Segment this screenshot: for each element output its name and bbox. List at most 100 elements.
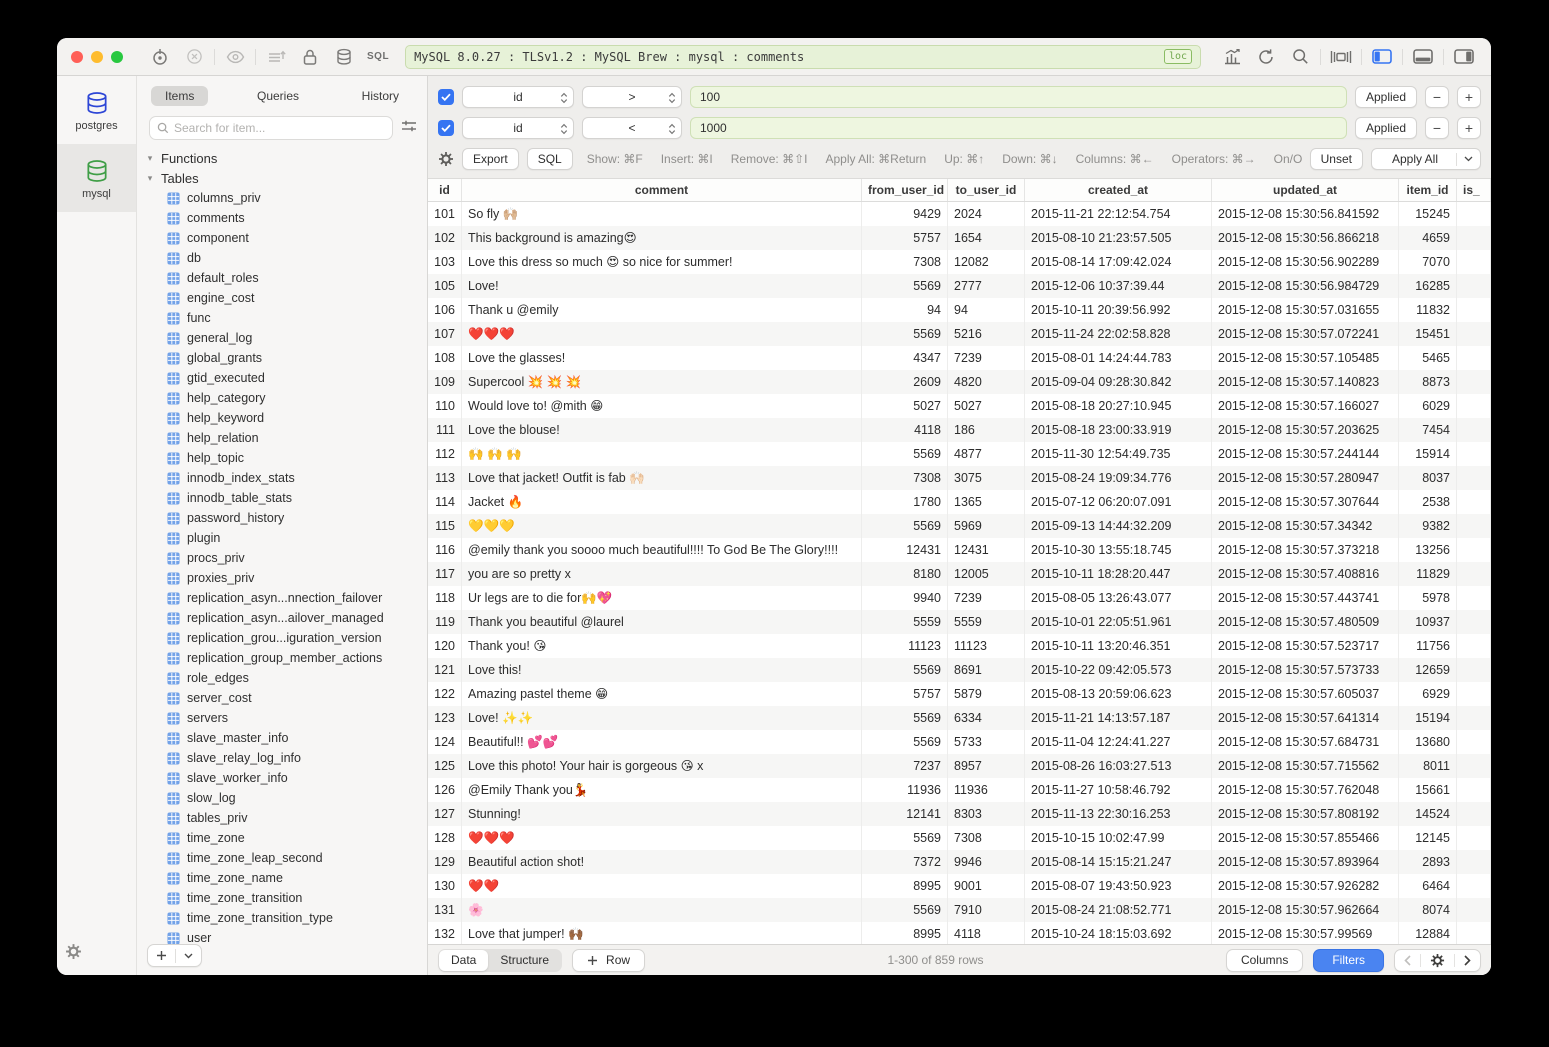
- filter-settings-gear-icon[interactable]: [438, 151, 454, 167]
- toggle-right-panel-icon[interactable]: [1451, 45, 1477, 69]
- sidebar-table-help_keyword[interactable]: help_keyword: [145, 408, 427, 428]
- sidebar-table-slave_master_info[interactable]: slave_master_info: [145, 728, 427, 748]
- sidebar-table-replication_group_member_actions[interactable]: replication_group_member_actions: [145, 648, 427, 668]
- filter-column-select[interactable]: id: [462, 86, 574, 108]
- table-row-114[interactable]: 114Jacket 🔥178013652015-07-12 06:20:07.0…: [428, 490, 1491, 514]
- sidebar-table-innodb_table_stats[interactable]: innodb_table_stats: [145, 488, 427, 508]
- tab-data[interactable]: Data: [439, 950, 488, 971]
- sidebar-table-general_log[interactable]: general_log: [145, 328, 427, 348]
- close-window-button[interactable]: [71, 51, 83, 63]
- sidebar-table-db[interactable]: db: [145, 248, 427, 268]
- lock-icon[interactable]: [297, 45, 323, 69]
- table-row-115[interactable]: 115💛💛💛556959692015-09-13 14:44:32.209201…: [428, 514, 1491, 538]
- column-header-created_at[interactable]: created_at: [1025, 179, 1212, 201]
- sidebar-table-slow_log[interactable]: slow_log: [145, 788, 427, 808]
- filter-operator-select[interactable]: <: [582, 117, 682, 139]
- table-row-106[interactable]: 106Thank u @emily94942015-10-11 20:39:56…: [428, 298, 1491, 322]
- table-row-121[interactable]: 121Love this!556986912015-10-22 09:42:05…: [428, 658, 1491, 682]
- sidebar-table-replication_asyn...ailover_managed[interactable]: replication_asyn...ailover_managed: [145, 608, 427, 628]
- table-row-102[interactable]: 102This background is amazing😍5757165420…: [428, 226, 1491, 250]
- table-row-132[interactable]: 132Love that jumper! 🙌🏾899541182015-10-2…: [428, 922, 1491, 944]
- zoom-window-button[interactable]: [111, 51, 123, 63]
- table-row-108[interactable]: 108Love the glasses!434772392015-08-01 1…: [428, 346, 1491, 370]
- sidebar-table-role_edges[interactable]: role_edges: [145, 668, 427, 688]
- sidebar-table-slave_relay_log_info[interactable]: slave_relay_log_info: [145, 748, 427, 768]
- toggle-left-panel-icon[interactable]: [1369, 45, 1395, 69]
- sidebar-table-server_cost[interactable]: server_cost: [145, 688, 427, 708]
- table-row-127[interactable]: 127Stunning!1214183032015-11-13 22:30:16…: [428, 802, 1491, 826]
- table-row-112[interactable]: 112🙌 🙌 🙌556948772015-11-30 12:54:49.7352…: [428, 442, 1491, 466]
- analytics-chart-icon[interactable]: [1219, 45, 1245, 69]
- sidebar-table-password_history[interactable]: password_history: [145, 508, 427, 528]
- minimize-window-button[interactable]: [91, 51, 103, 63]
- sidebar-table-global_grants[interactable]: global_grants: [145, 348, 427, 368]
- filter-operator-select[interactable]: >: [582, 86, 682, 108]
- table-row-113[interactable]: 113Love that jacket! Outfit is fab 🙌🏻730…: [428, 466, 1491, 490]
- sidebar-table-time_zone[interactable]: time_zone: [145, 828, 427, 848]
- sidebar-table-replication_grou...iguration_version[interactable]: replication_grou...iguration_version: [145, 628, 427, 648]
- add-filter-button[interactable]: +: [1457, 117, 1481, 139]
- tab-structure[interactable]: Structure: [488, 950, 561, 971]
- search-icon[interactable]: [1287, 45, 1313, 69]
- column-header-comment[interactable]: comment: [462, 179, 862, 201]
- settings-gear-icon[interactable]: [65, 943, 82, 965]
- table-row-120[interactable]: 120Thank you! 😘11123111232015-10-11 13:2…: [428, 634, 1491, 658]
- filter-applied-button[interactable]: Applied: [1355, 86, 1417, 108]
- sidebar-table-gtid_executed[interactable]: gtid_executed: [145, 368, 427, 388]
- export-button[interactable]: Export: [462, 148, 519, 170]
- group-tables[interactable]: ▾ Tables: [145, 168, 427, 188]
- sidebar-table-help_topic[interactable]: help_topic: [145, 448, 427, 468]
- tab-queries[interactable]: Queries: [243, 86, 313, 106]
- filters-button[interactable]: Filters: [1313, 949, 1384, 972]
- sidebar-table-time_zone_transition_type[interactable]: time_zone_transition_type: [145, 908, 427, 928]
- import-export-list-icon[interactable]: [263, 45, 289, 69]
- tab-history[interactable]: History: [348, 86, 413, 106]
- table-row-123[interactable]: 123Love! ✨✨556963342015-11-21 14:13:57.1…: [428, 706, 1491, 730]
- column-header-id[interactable]: id: [428, 179, 462, 201]
- column-header-to_user_id[interactable]: to_user_id: [948, 179, 1025, 201]
- table-row-117[interactable]: 117you are so pretty x8180120052015-10-1…: [428, 562, 1491, 586]
- sidebar-table-innodb_index_stats[interactable]: innodb_index_stats: [145, 468, 427, 488]
- sidebar-table-help_relation[interactable]: help_relation: [145, 428, 427, 448]
- table-row-105[interactable]: 105Love!556927772015-12-06 10:37:39.4420…: [428, 274, 1491, 298]
- add-item-button[interactable]: [148, 950, 175, 961]
- sidebar-table-plugin[interactable]: plugin: [145, 528, 427, 548]
- column-header-item_id[interactable]: item_id: [1399, 179, 1457, 201]
- sidebar-table-time_zone_leap_second[interactable]: time_zone_leap_second: [145, 848, 427, 868]
- column-header-from_user_id[interactable]: from_user_id: [862, 179, 948, 201]
- disconnect-icon[interactable]: [181, 45, 207, 69]
- apply-all-button[interactable]: Apply All: [1371, 148, 1481, 170]
- columns-button[interactable]: Columns: [1226, 949, 1303, 972]
- remove-filter-button[interactable]: −: [1425, 117, 1449, 139]
- database-icon[interactable]: [331, 45, 357, 69]
- table-row-103[interactable]: 103Love this dress so much 😍 so nice for…: [428, 250, 1491, 274]
- table-row-101[interactable]: 101So fly 🙌🏼942920242015-11-21 22:12:54.…: [428, 202, 1491, 226]
- sidebar-table-proxies_priv[interactable]: proxies_priv: [145, 568, 427, 588]
- connection-status-icon[interactable]: [147, 45, 173, 69]
- search-input[interactable]: Search for item...: [149, 116, 393, 140]
- sidebar-table-component[interactable]: component: [145, 228, 427, 248]
- connection-postgres[interactable]: postgres: [57, 76, 136, 144]
- remove-filter-button[interactable]: −: [1425, 86, 1449, 108]
- sidebar-table-columns_priv[interactable]: columns_priv: [145, 188, 427, 208]
- table-row-107[interactable]: 107❤️❤️❤️556952162015-11-24 22:02:58.828…: [428, 322, 1491, 346]
- column-header-is_[interactable]: is_: [1457, 179, 1491, 201]
- table-row-129[interactable]: 129Beautiful action shot!737299462015-08…: [428, 850, 1491, 874]
- filter-enabled-checkbox[interactable]: [438, 120, 454, 136]
- table-row-130[interactable]: 130❤️❤️899590012015-08-07 19:43:50.92320…: [428, 874, 1491, 898]
- connection-mysql[interactable]: mysql: [57, 144, 136, 212]
- sidebar-table-tables_priv[interactable]: tables_priv: [145, 808, 427, 828]
- sidebar-table-help_category[interactable]: help_category: [145, 388, 427, 408]
- unset-button[interactable]: Unset: [1310, 148, 1363, 170]
- sidebar-table-procs_priv[interactable]: procs_priv: [145, 548, 427, 568]
- sidebar-table-time_zone_name[interactable]: time_zone_name: [145, 868, 427, 888]
- table-row-118[interactable]: 118Ur legs are to die for🙌💖994072392015-…: [428, 586, 1491, 610]
- table-row-116[interactable]: 116@emily thank you soooo much beautiful…: [428, 538, 1491, 562]
- sidebar-table-engine_cost[interactable]: engine_cost: [145, 288, 427, 308]
- table-row-126[interactable]: 126@Emily Thank you💃11936119362015-11-27…: [428, 778, 1491, 802]
- sql-button[interactable]: SQL: [527, 148, 573, 170]
- sql-editor-icon[interactable]: SQL: [367, 51, 389, 62]
- page-settings-gear-icon[interactable]: [1421, 953, 1454, 968]
- table-row-131[interactable]: 131🌸556979102015-08-24 21:08:52.7712015-…: [428, 898, 1491, 922]
- filter-column-select[interactable]: id: [462, 117, 574, 139]
